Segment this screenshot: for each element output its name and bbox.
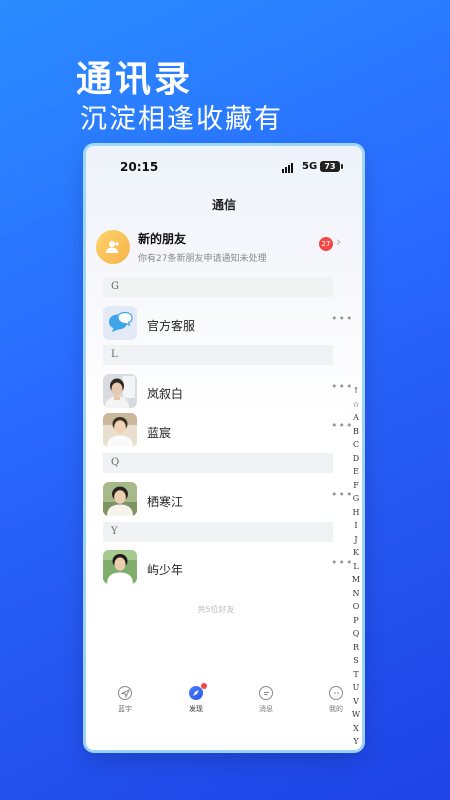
section-header-q: Q bbox=[103, 453, 333, 473]
tab-navigate[interactable]: 蓝宇 bbox=[100, 686, 150, 714]
tab-label: 发现 bbox=[189, 705, 203, 713]
notification-dot bbox=[201, 683, 207, 689]
contact-avatar bbox=[103, 374, 137, 408]
contact-row[interactable]: 蓝宸 ••• bbox=[103, 413, 352, 449]
status-time: 20:15 bbox=[120, 160, 159, 174]
tab-label: 我的 bbox=[329, 705, 343, 713]
navigate-icon bbox=[118, 686, 132, 700]
tab-bar: 蓝宇 发现 消息 我的 bbox=[86, 683, 362, 726]
alphabet-index-item[interactable]: A bbox=[350, 411, 362, 425]
new-friends-row[interactable]: 新的朋友 你有27条新朋友申请通知未处理 27 › bbox=[96, 230, 346, 266]
tab-profile[interactable]: 我的 bbox=[311, 686, 361, 714]
discover-icon bbox=[189, 683, 207, 700]
section-header-l: L bbox=[103, 345, 333, 365]
network-label: 5G bbox=[302, 161, 318, 172]
alphabet-index-item[interactable]: H bbox=[350, 506, 362, 520]
contact-name: 屿少年 bbox=[147, 563, 184, 577]
unread-badge: 27 bbox=[319, 237, 333, 251]
tab-discover[interactable]: 发现 bbox=[171, 683, 221, 714]
contact-name: 岚叙白 bbox=[147, 387, 184, 401]
new-friends-subtitle: 你有27条新朋友申请通知未处理 bbox=[138, 254, 267, 264]
alphabet-index-item[interactable]: J bbox=[350, 533, 362, 547]
contact-avatar bbox=[103, 413, 137, 447]
new-friends-title: 新的朋友 bbox=[138, 232, 187, 246]
add-user-icon bbox=[106, 241, 119, 253]
contact-row[interactable]: 屿少年 ••• bbox=[103, 550, 352, 586]
contact-avatar bbox=[103, 482, 137, 516]
alphabet-index-item[interactable]: R bbox=[350, 641, 362, 655]
new-friends-avatar bbox=[96, 230, 130, 264]
contact-row[interactable]: 官方客服 ••• bbox=[103, 306, 352, 342]
phone-screen: 20:15 5G 73 通信 新的朋友 你有27条新朋友申请通知未处理 27 ›… bbox=[86, 146, 362, 750]
contact-name: 栖寒江 bbox=[147, 495, 184, 509]
contact-name: 官方客服 bbox=[147, 319, 196, 333]
alphabet-index-item[interactable]: Q bbox=[350, 627, 362, 641]
alphabet-index-item[interactable]: N bbox=[350, 587, 362, 601]
page-title: 通信 bbox=[211, 198, 236, 212]
battery-icon: 73 bbox=[320, 161, 343, 172]
section-header-g: G bbox=[103, 277, 333, 297]
alphabet-index-item[interactable]: Z bbox=[350, 749, 362, 751]
alphabet-index-item[interactable]: O bbox=[350, 600, 362, 614]
alphabet-index-item[interactable]: C bbox=[350, 438, 362, 452]
profile-icon bbox=[329, 686, 343, 700]
hero-subtitle: 沉淀相逢收藏有 bbox=[80, 104, 283, 135]
section-header-y: Y bbox=[103, 522, 333, 542]
contact-row[interactable]: 岚叙白 ••• bbox=[103, 374, 352, 410]
contact-row[interactable]: 栖寒江 ••• bbox=[103, 482, 352, 518]
alphabet-index-item[interactable]: E bbox=[350, 465, 362, 479]
chat-bubble-icon bbox=[109, 311, 133, 332]
friend-count: 共5位好友 bbox=[197, 605, 235, 614]
alphabet-index-item[interactable]: M bbox=[350, 573, 362, 587]
alphabet-index-item[interactable]: I bbox=[350, 519, 362, 533]
alphabet-index-item[interactable]: P bbox=[350, 614, 362, 628]
alphabet-index-item[interactable]: B bbox=[350, 425, 362, 439]
chevron-right-icon: › bbox=[336, 235, 342, 250]
alphabet-index-item[interactable]: T bbox=[350, 668, 362, 682]
contact-avatar bbox=[103, 550, 137, 584]
alphabet-index-item[interactable]: S bbox=[350, 654, 362, 668]
phone-frame: 20:15 5G 73 通信 新的朋友 你有27条新朋友申请通知未处理 27 ›… bbox=[86, 146, 362, 750]
alphabet-index-item[interactable]: ↑ bbox=[350, 384, 362, 398]
contact-name: 蓝宸 bbox=[147, 426, 172, 440]
alphabet-index-item[interactable]: K bbox=[350, 546, 362, 560]
signal-icon bbox=[282, 163, 293, 173]
tab-label: 蓝宇 bbox=[118, 705, 132, 713]
alphabet-index-item[interactable]: ☆ bbox=[350, 398, 362, 412]
tab-messages[interactable]: 消息 bbox=[241, 686, 291, 714]
alphabet-index-item[interactable]: L bbox=[350, 560, 362, 574]
status-bar: 20:15 5G 73 bbox=[86, 160, 362, 176]
customer-service-avatar bbox=[103, 306, 137, 340]
more-icon[interactable]: ••• bbox=[331, 312, 353, 325]
alphabet-index-item[interactable]: G bbox=[350, 492, 362, 506]
message-icon bbox=[259, 686, 273, 700]
alphabet-index-item[interactable]: Y bbox=[350, 735, 362, 749]
hero-title: 通讯录 bbox=[76, 59, 194, 100]
alphabet-index-item[interactable]: D bbox=[350, 452, 362, 466]
alphabet-index-item[interactable]: F bbox=[350, 479, 362, 493]
tab-label: 消息 bbox=[259, 705, 273, 713]
